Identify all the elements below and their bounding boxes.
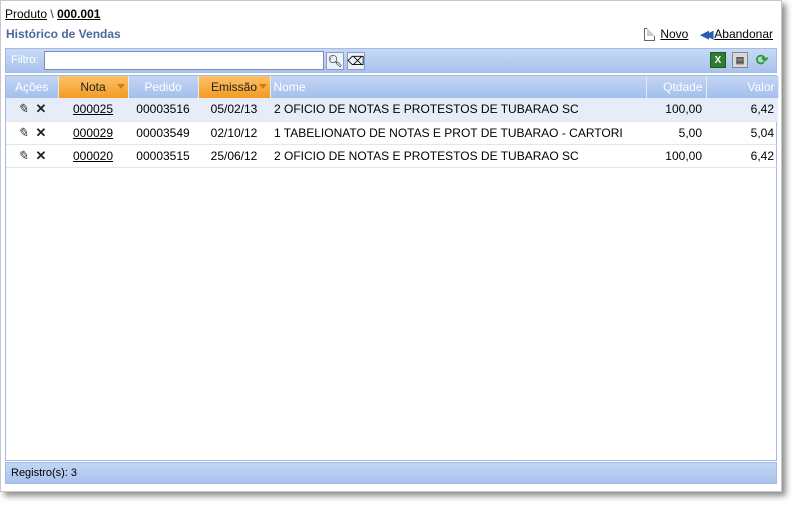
- cell-nome: 2 OFICIO DE NOTAS E PROTESTOS DE TUBARAO…: [270, 98, 646, 122]
- new-document-icon: [644, 27, 656, 41]
- column-header-emissao-label: Emissão: [210, 80, 257, 94]
- cell-emissao: 02/10/12: [198, 121, 270, 145]
- nota-link[interactable]: 000020: [73, 149, 113, 163]
- column-header-nome[interactable]: Nome: [270, 76, 647, 98]
- status-bar: Registro(s): 3: [5, 462, 777, 484]
- clear-filter-button[interactable]: ⌫: [347, 52, 365, 70]
- table-header-row: Ações Nota Pedido Emissão Nome Qtdade Va…: [6, 76, 779, 98]
- delete-x-icon[interactable]: ✕: [34, 125, 48, 141]
- cell-nota: 000025: [58, 98, 128, 122]
- filter-input[interactable]: [44, 51, 324, 70]
- table-row[interactable]: ✎ ✕ 000025 00003516 05/02/13 2 OFICIO DE …: [6, 98, 778, 122]
- cell-nome: 2 OFICIO DE NOTAS E PROTESTOS DE TUBARAO…: [270, 144, 646, 168]
- row-actions: ✎ ✕: [6, 144, 58, 168]
- eraser-icon: ⌫: [347, 54, 365, 68]
- column-header-valor[interactable]: Valor: [706, 76, 779, 98]
- breadcrumb: Produto \ 000.001: [5, 7, 100, 21]
- abandon-button[interactable]: ◀◀ Abandonar: [700, 27, 773, 41]
- new-button[interactable]: Novo: [644, 27, 688, 41]
- column-header-emissao[interactable]: Emissão: [198, 76, 271, 98]
- breadcrumb-product-code[interactable]: 000.001: [57, 7, 100, 21]
- cell-pedido: 00003549: [128, 121, 198, 145]
- cell-nome: 1 TABELIONATO DE NOTAS E PROT DE TUBARAO…: [270, 121, 646, 145]
- breadcrumb-separator: \: [50, 7, 54, 21]
- refresh-icon[interactable]: ⟳: [754, 52, 770, 69]
- cell-nota: 000029: [58, 121, 128, 145]
- excel-export-icon[interactable]: X: [710, 52, 726, 68]
- edit-pencil-icon[interactable]: ✎: [16, 148, 30, 164]
- row-actions: ✎ ✕: [6, 121, 58, 145]
- edit-pencil-icon[interactable]: ✎: [16, 125, 30, 141]
- edit-pencil-icon[interactable]: ✎: [16, 101, 30, 117]
- column-header-nota[interactable]: Nota: [58, 76, 129, 98]
- cell-valor: 5,04: [706, 121, 778, 145]
- export-tools: X ▤ ⟳: [710, 52, 770, 69]
- sales-history-grid: Ações Nota Pedido Emissão Nome Qtdade Va…: [5, 75, 779, 461]
- sales-table: Ações Nota Pedido Emissão Nome Qtdade Va…: [6, 76, 779, 168]
- cell-pedido: 00003515: [128, 144, 198, 168]
- search-button[interactable]: 🔍︎: [326, 52, 344, 70]
- sort-arrow-icon: [116, 84, 125, 89]
- column-header-qtdade[interactable]: Qtdade: [646, 76, 707, 98]
- search-icon: 🔍︎: [327, 54, 343, 68]
- sort-arrow-icon: [258, 84, 267, 89]
- print-icon[interactable]: ▤: [732, 52, 748, 68]
- delete-x-icon[interactable]: ✕: [34, 148, 48, 164]
- cell-emissao: 25/06/12: [198, 144, 270, 168]
- cell-pedido: 00003516: [128, 98, 198, 122]
- row-actions: ✎ ✕: [6, 98, 58, 122]
- cell-qtdade: 5,00: [646, 121, 706, 145]
- column-header-pedido[interactable]: Pedido: [128, 76, 199, 98]
- breadcrumb-produto-link[interactable]: Produto: [5, 7, 47, 21]
- cell-valor: 6,42: [706, 98, 778, 122]
- page-title: Histórico de Vendas: [6, 27, 121, 41]
- cell-emissao: 05/02/13: [198, 98, 270, 122]
- abandon-button-label: Abandonar: [714, 27, 773, 41]
- rewind-icon: ◀◀: [700, 28, 713, 41]
- cell-valor: 6,42: [706, 144, 778, 168]
- filter-bar: Filtro: 🔍︎ ⌫ X ▤ ⟳: [5, 48, 777, 73]
- cell-qtdade: 100,00: [646, 144, 706, 168]
- nota-link[interactable]: 000029: [73, 126, 113, 140]
- column-header-nota-label: Nota: [80, 80, 106, 94]
- top-actions: Novo ◀◀ Abandonar: [644, 27, 773, 41]
- cell-qtdade: 100,00: [646, 98, 706, 122]
- filter-label: Filtro:: [11, 54, 39, 66]
- nota-link[interactable]: 000025: [73, 102, 113, 116]
- table-row[interactable]: ✎ ✕ 000029 00003549 02/10/12 1 TABELIONAT…: [6, 121, 778, 145]
- cell-nota: 000020: [58, 144, 128, 168]
- table-row[interactable]: ✎ ✕ 000020 00003515 25/06/12 2 OFICIO DE …: [6, 144, 778, 168]
- record-count: Registro(s): 3: [11, 467, 78, 479]
- new-button-label: Novo: [660, 27, 689, 41]
- delete-x-icon[interactable]: ✕: [34, 101, 48, 117]
- column-header-acoes[interactable]: Ações: [6, 76, 59, 98]
- window-frame: Produto \ 000.001 Histórico de Vendas No…: [0, 0, 782, 492]
